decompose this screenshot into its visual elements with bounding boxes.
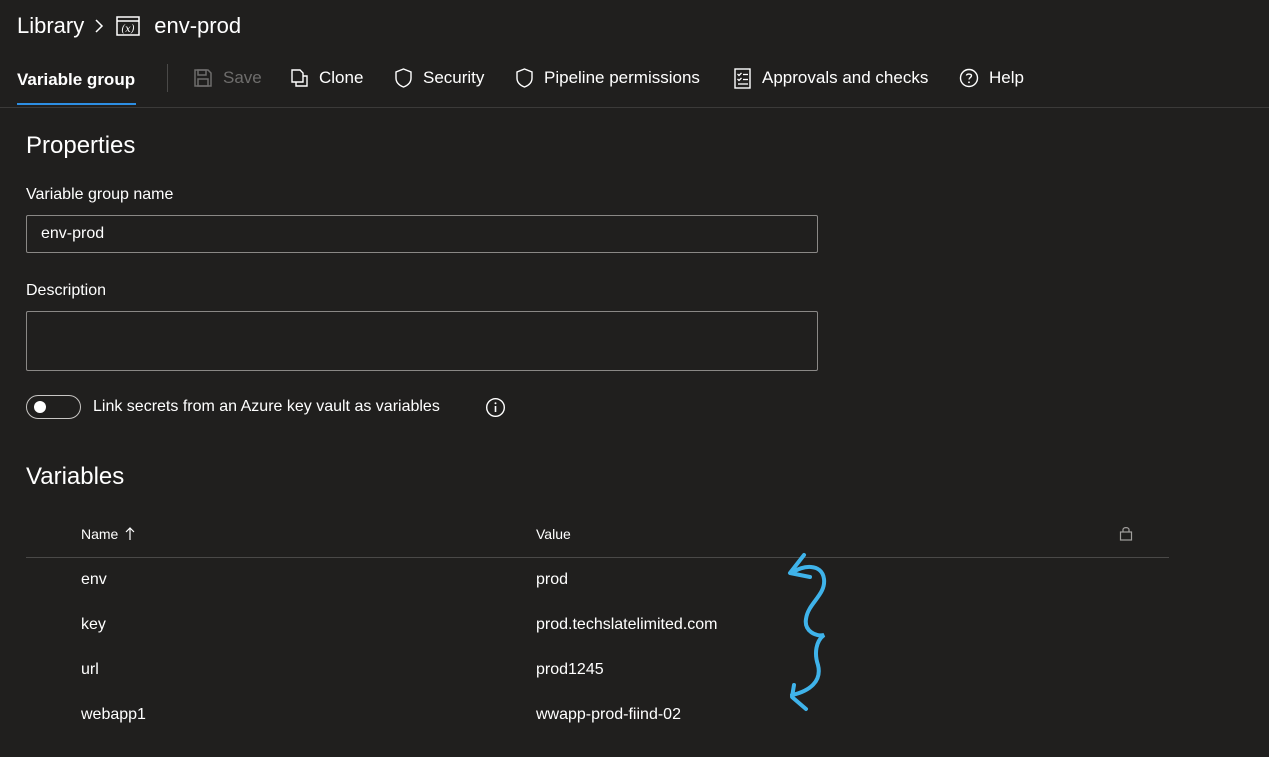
help-icon (959, 68, 979, 88)
library-variable-group-page: Library (x) env-prod Variable group Save (0, 0, 1269, 757)
table-row[interactable]: env prod (26, 557, 1169, 602)
description-label: Description (26, 282, 107, 299)
variable-value-cell: prod.techslatelimited.com (536, 616, 718, 633)
variable-value-cell: prod1245 (536, 661, 604, 678)
table-row[interactable]: url prod1245 (26, 647, 1169, 692)
keyvault-toggle[interactable] (26, 395, 81, 419)
active-tab-indicator (17, 103, 136, 105)
clone-icon (291, 69, 308, 87)
help-button[interactable]: Help (959, 55, 1024, 101)
sort-up-icon (125, 527, 135, 540)
info-icon[interactable] (485, 397, 506, 418)
variable-name-cell: webapp1 (81, 706, 146, 723)
variable-group-icon: (x) (116, 16, 140, 36)
variables-heading: Variables (26, 463, 125, 490)
toolbar: Variable group Save Clone Security Pipel… (0, 55, 1269, 108)
security-label: Security (423, 68, 485, 87)
toggle-knob (34, 401, 46, 413)
properties-heading: Properties (26, 132, 136, 159)
toolbar-divider (167, 64, 168, 92)
variable-name-cell: env (81, 571, 107, 588)
shield-icon (516, 68, 533, 88)
save-button[interactable]: Save (193, 55, 262, 101)
name-column-label: Name (81, 526, 119, 542)
variable-group-name-label: Variable group name (26, 186, 174, 203)
name-column-header[interactable]: Name (81, 526, 136, 542)
table-row[interactable]: key prod.techslatelimited.com (26, 602, 1169, 647)
approvals-label: Approvals and checks (762, 68, 929, 87)
breadcrumb-current: env-prod (154, 13, 242, 38)
variable-value-cell: prod (536, 571, 569, 588)
variable-name-cell: key (81, 616, 106, 633)
help-label: Help (989, 68, 1024, 87)
clone-button[interactable]: Clone (289, 55, 363, 101)
variable-value-cell: wwapp-prod-fiind-02 (536, 706, 681, 723)
value-column-header[interactable]: Value (536, 526, 571, 542)
save-icon (194, 69, 212, 87)
pipeline-permissions-label: Pipeline permissions (544, 68, 700, 87)
save-label: Save (223, 68, 262, 87)
tab-variable-group[interactable]: Variable group (17, 55, 135, 105)
table-row[interactable]: webapp1 wwapp-prod-fiind-02 (26, 692, 1169, 737)
breadcrumb: Library (x) env-prod (17, 12, 241, 40)
approvals-and-checks-button[interactable]: Approvals and checks (733, 55, 928, 101)
description-input[interactable] (26, 311, 818, 371)
variable-name-cell: url (81, 661, 99, 678)
svg-text:(x): (x) (122, 24, 136, 35)
chevron-right-icon (94, 18, 104, 34)
annotation-double-arrow (788, 553, 827, 711)
security-button[interactable]: Security (394, 55, 484, 101)
keyvault-toggle-label: Link secrets from an Azure key vault as … (93, 398, 440, 415)
checklist-icon (734, 67, 751, 89)
lock-icon (1119, 527, 1133, 541)
pipeline-permissions-button[interactable]: Pipeline permissions (515, 55, 700, 101)
breadcrumb-library-link[interactable]: Library (17, 13, 84, 39)
variable-group-name-input[interactable]: env-prod (26, 215, 818, 253)
shield-icon (395, 68, 412, 88)
clone-label: Clone (319, 68, 364, 87)
